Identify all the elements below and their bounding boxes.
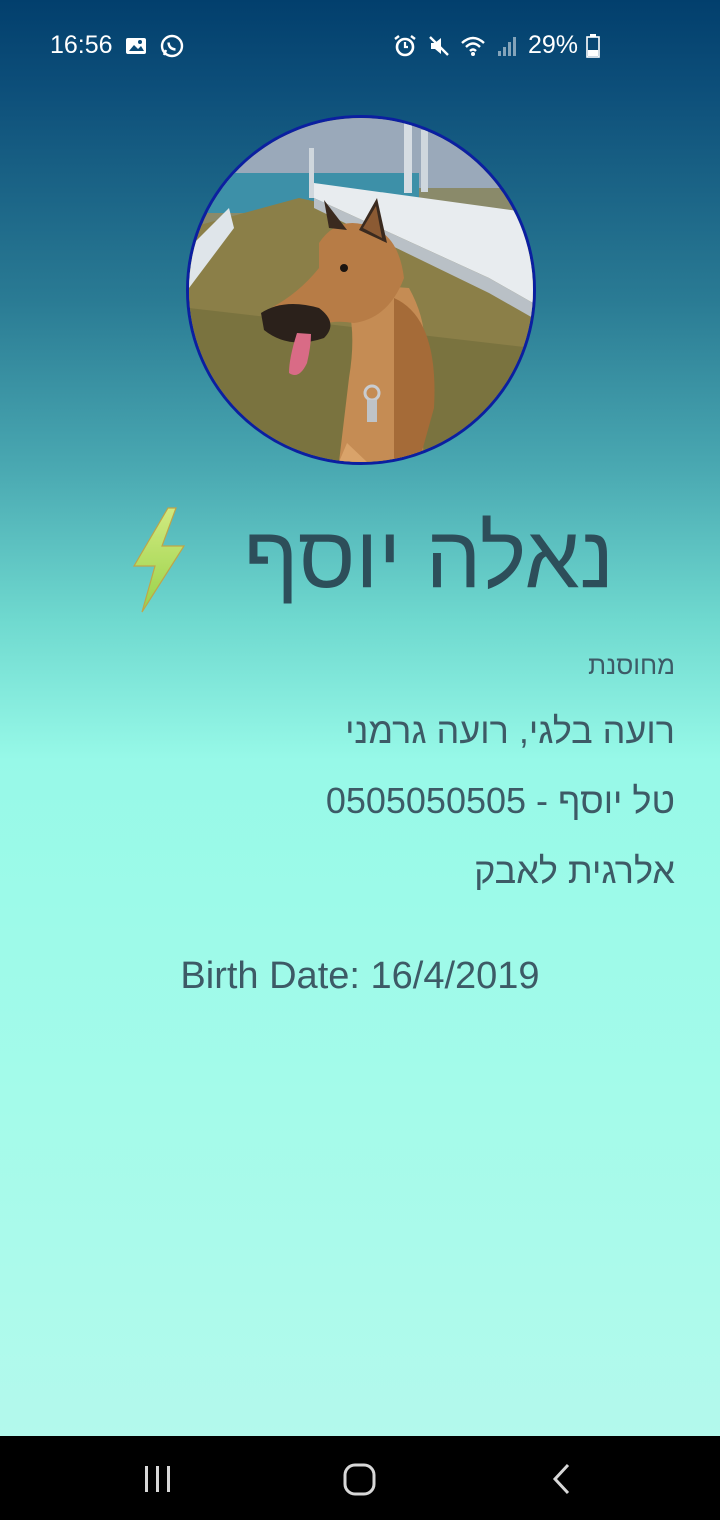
- status-bar: 16:56 29%: [0, 0, 720, 92]
- pet-name: נאלה יוסף: [243, 507, 614, 606]
- pet-avatar[interactable]: [186, 115, 536, 465]
- home-button[interactable]: [335, 1454, 385, 1504]
- navigation-bar: [0, 1436, 720, 1520]
- signal-icon: [494, 33, 520, 59]
- recent-apps-icon: [145, 1466, 170, 1492]
- status-time: 16:56: [50, 31, 113, 59]
- pet-breed: רועה בלגי, רועה גרמני: [345, 710, 675, 751]
- status-left: 16:56: [50, 31, 185, 60]
- whatsapp-icon: [159, 33, 185, 59]
- lightning-bolt-icon: [128, 506, 188, 614]
- birth-date: Birth Date: 16/4/2019: [0, 955, 720, 998]
- mute-icon: [426, 33, 452, 59]
- owner-contact: טל יוסף - 0505050505: [325, 780, 675, 821]
- pet-profile-screen: 16:56 29% נאלה יוסף מחוסנת רועה בלגי, רו…: [0, 0, 720, 1520]
- birth-date-text: Birth Date: 16/4/2019: [180, 955, 540, 997]
- alarm-icon: [392, 33, 418, 59]
- pet-name-row: נאלה יוסף: [0, 498, 720, 618]
- vaccination-status: מחוסנת: [588, 650, 675, 680]
- back-button[interactable]: [537, 1454, 587, 1504]
- back-chevron-icon: [552, 1463, 570, 1495]
- pet-allergy: אלרגית לאבק: [474, 850, 675, 891]
- gallery-icon: [123, 33, 149, 59]
- battery-icon: [586, 33, 600, 59]
- home-icon: [343, 1463, 376, 1496]
- status-right: 29%: [392, 31, 600, 60]
- wifi-icon: [460, 33, 486, 59]
- recent-apps-button[interactable]: [133, 1454, 183, 1504]
- battery-percent: 29%: [527, 31, 578, 59]
